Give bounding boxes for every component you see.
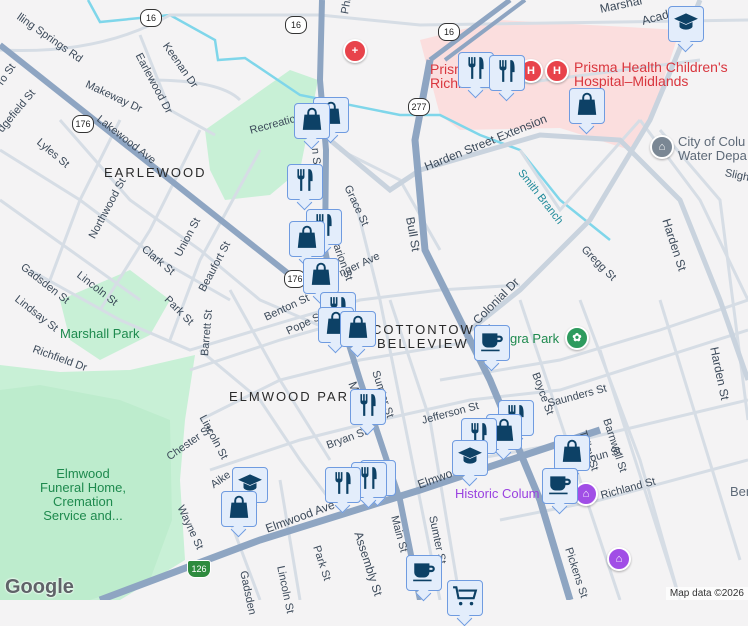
coffee-icon — [547, 471, 573, 502]
elmwood-line-1: Elmwood — [56, 466, 110, 481]
coffee-icon — [479, 328, 505, 359]
shopping-icon — [294, 224, 320, 255]
water-line-2: Water Depa — [678, 148, 747, 163]
education-marker[interactable] — [452, 440, 488, 476]
elmwood-line-4: Service and... — [43, 508, 123, 523]
restaurant-icon — [355, 392, 381, 423]
neighborhood-elmwood-park: ELMWOOD PARK — [229, 389, 360, 404]
route-16-shield: 16 — [140, 9, 162, 27]
us-277-shield: 277 — [408, 98, 430, 116]
shopping-marker[interactable] — [554, 435, 590, 471]
shopping-marker[interactable] — [303, 258, 339, 294]
elmwood-funeral-home-label[interactable]: Elmwood Funeral Home, Cremation Service … — [38, 467, 128, 523]
shopping-icon — [226, 494, 252, 525]
elmwood-line-3: Cremation — [53, 494, 113, 509]
finlay-park-label[interactable]: gra Park — [510, 332, 559, 346]
restaurant-icon — [463, 55, 489, 86]
coffee-marker[interactable] — [542, 468, 578, 504]
childrens-hospital-label[interactable]: Prisma Health Children's Hospital–Midlan… — [574, 60, 728, 88]
education-icon — [673, 9, 699, 40]
shopping-marker[interactable] — [340, 311, 376, 347]
interstate-126-shield: 126 — [187, 560, 211, 578]
shopping-icon — [308, 261, 334, 292]
childrens-line-1: Prisma Health Children's — [574, 59, 728, 75]
coffee-icon — [411, 558, 437, 589]
restaurant-marker[interactable] — [350, 389, 386, 425]
shopping-icon — [559, 438, 585, 469]
cart-icon — [452, 583, 478, 614]
restaurant-icon — [330, 470, 356, 501]
shopping-marker[interactable] — [294, 103, 330, 139]
medical-pin-icon[interactable]: + — [343, 39, 367, 63]
restaurant-marker[interactable] — [325, 467, 361, 503]
ben-label[interactable]: Ben — [730, 485, 748, 499]
elmwood-line-2: Funeral Home, — [40, 480, 126, 495]
hospital-pin-icon[interactable]: H — [545, 59, 569, 83]
restaurant-marker[interactable] — [489, 55, 525, 91]
shopping-icon — [299, 106, 325, 137]
shopping-marker[interactable] — [289, 221, 325, 257]
marshall-park-label[interactable]: Marshall Park — [60, 327, 139, 341]
museum-pin-icon[interactable]: ⌂ — [607, 547, 631, 571]
water-department-label[interactable]: City of Colu Water Depa — [678, 135, 747, 163]
restaurant-marker[interactable] — [287, 164, 323, 200]
water-line-1: City of Colu — [678, 134, 746, 149]
park-pin-icon[interactable]: ✿ — [565, 326, 589, 350]
route-16-shield: 16 — [285, 16, 307, 34]
route-16-shield: 16 — [438, 23, 460, 41]
restaurant-icon — [292, 167, 318, 198]
government-building-icon[interactable]: ⌂ — [650, 135, 674, 159]
shopping-marker[interactable] — [221, 491, 257, 527]
map-data-credit[interactable]: Map data ©2026 — [665, 587, 748, 600]
childrens-line-2: Hospital–Midlands — [574, 73, 689, 89]
restaurant-icon — [494, 58, 520, 89]
us-176-shield: 176 — [72, 115, 94, 133]
google-logo: Google — [5, 576, 74, 598]
education-marker[interactable] — [668, 6, 704, 42]
education-icon — [457, 443, 483, 474]
shopping-marker[interactable] — [569, 88, 605, 124]
coffee-marker[interactable] — [406, 555, 442, 591]
shopping-icon — [574, 91, 600, 122]
coffee-marker[interactable] — [474, 325, 510, 361]
cart-marker[interactable] — [447, 580, 483, 616]
historic-columbia-label[interactable]: Historic Colum — [455, 486, 540, 501]
neighborhood-belleview: BELLEVIEW — [377, 336, 469, 351]
shopping-icon — [345, 314, 371, 345]
